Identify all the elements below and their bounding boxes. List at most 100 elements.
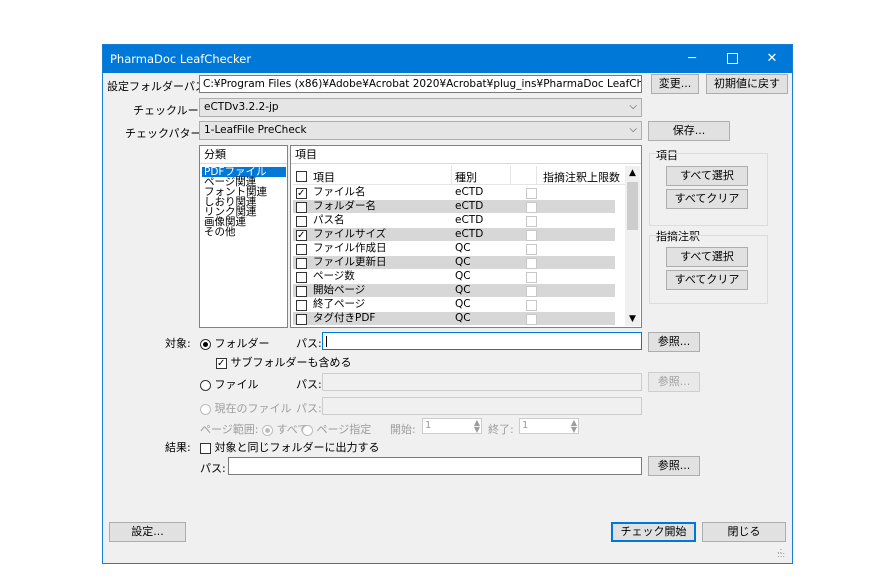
row-checkbox[interactable] <box>296 229 307 241</box>
row-item-name: タグ付きPDF <box>313 312 376 324</box>
result-path-input[interactable] <box>228 457 642 475</box>
include-subfolders-option[interactable]: サブフォルダーも含める <box>216 354 352 370</box>
row-checkbox[interactable] <box>296 285 307 297</box>
table-row[interactable]: 終了ページ QC <box>293 298 615 311</box>
change-folder-button[interactable]: 変更... <box>651 74 699 94</box>
row-item-type: QC <box>455 270 471 282</box>
row-annotation-checkbox[interactable] <box>526 313 537 325</box>
check-rule-value: eCTDv3.2.2-jp <box>204 101 279 113</box>
target-folder-option[interactable]: フォルダー <box>200 335 270 351</box>
scroll-thumb[interactable] <box>627 182 638 230</box>
row-checkbox[interactable] <box>296 257 307 269</box>
file-path-label: パス: <box>296 378 322 391</box>
current-file-radio-label: 現在のファイル <box>214 402 292 415</box>
row-item-name: ファイルサイズ <box>313 228 387 240</box>
resize-grip-icon[interactable]: .:::: <box>777 547 785 559</box>
row-annotation-checkbox[interactable] <box>526 243 537 255</box>
row-annotation-checkbox[interactable] <box>526 215 537 227</box>
minimize-button[interactable]: ─ <box>672 45 712 73</box>
table-row[interactable]: ファイル更新日 QC <box>293 256 615 269</box>
row-item-type: QC <box>455 298 471 310</box>
include-subfolders-checkbox[interactable] <box>216 357 227 369</box>
maximize-button[interactable] <box>712 45 752 73</box>
app-window: PharmaDoc LeafChecker ─ ✕ 設定フォルダーパス: C:¥… <box>102 44 793 564</box>
row-annotation-checkbox[interactable] <box>526 299 537 311</box>
start-check-button[interactable]: チェック開始 <box>611 522 696 542</box>
row-item-type: eCTD <box>455 200 484 212</box>
same-folder-checkbox[interactable] <box>200 442 211 454</box>
table-row[interactable]: ページ数 QC <box>293 270 615 283</box>
table-row[interactable]: ファイル作成日 QC <box>293 242 615 255</box>
row-item-type: eCTD <box>455 214 484 226</box>
settings-folder-path-field[interactable]: C:¥Program Files (x86)¥Adobe¥Acrobat 202… <box>199 75 642 93</box>
end-page-value: 1 <box>522 420 529 431</box>
include-subfolders-label: サブフォルダーも含める <box>230 356 352 369</box>
row-annotation-checkbox[interactable] <box>526 201 537 213</box>
same-folder-label: 対象と同じフォルダーに出力する <box>214 441 380 454</box>
page-range-spec-option[interactable]: ページ指定 <box>302 421 371 437</box>
items-clear-all-button[interactable]: すべてクリア <box>666 189 748 209</box>
row-item-type: QC <box>455 242 471 254</box>
folder-browse-button[interactable]: 参照... <box>648 332 700 352</box>
folder-path-input[interactable] <box>322 332 642 350</box>
close-button[interactable]: 閉じる <box>702 522 786 542</box>
table-row[interactable]: 開始ページ QC <box>293 284 615 297</box>
check-rule-select[interactable]: eCTDv3.2.2-jp ⌵ <box>199 98 642 117</box>
folder-radio[interactable] <box>200 338 211 350</box>
close-window-button[interactable]: ✕ <box>752 45 792 73</box>
file-browse-button[interactable]: 参照... <box>648 372 700 392</box>
row-item-type: eCTD <box>455 186 484 198</box>
end-page-stepper[interactable]: 1 ▲ ▼ <box>519 418 579 434</box>
check-pattern-select[interactable]: 1-LeafFile PreCheck ⌵ <box>199 121 642 140</box>
row-checkbox[interactable] <box>296 187 307 199</box>
table-row[interactable]: タグ付きPDF QC <box>293 312 615 325</box>
select-all-checkbox[interactable] <box>296 170 307 182</box>
same-folder-option[interactable]: 対象と同じフォルダーに出力する <box>200 439 380 455</box>
annotation-clear-all-button[interactable]: すべてクリア <box>666 270 748 290</box>
file-radio-label: ファイル <box>214 378 259 391</box>
row-checkbox[interactable] <box>296 243 307 255</box>
category-list[interactable]: 分類 PDFファイル ページ関連 フォント関連 しおり関連 リンク関連 画像関連 その他 <box>199 145 288 328</box>
row-checkbox[interactable] <box>296 215 307 227</box>
maximize-icon <box>726 53 738 64</box>
settings-button[interactable]: 設定... <box>109 522 186 542</box>
target-current-file-option[interactable]: 現在のファイル <box>200 400 292 416</box>
page-range-spec-radio[interactable] <box>302 424 313 436</box>
current-file-radio[interactable] <box>200 403 211 415</box>
row-checkbox[interactable] <box>296 201 307 213</box>
table-row[interactable]: ファイルサイズ eCTD <box>293 228 615 241</box>
row-item-name: 開始ページ <box>313 284 366 296</box>
start-page-stepper[interactable]: 1 ▲ ▼ <box>422 418 482 434</box>
current-path-label: パス: <box>296 402 322 415</box>
result-browse-button[interactable]: 参照... <box>648 456 700 476</box>
row-annotation-checkbox[interactable] <box>526 271 537 283</box>
category-header: 分類 <box>200 146 287 164</box>
table-row[interactable]: ファイル名 eCTD <box>293 186 615 199</box>
file-path-input[interactable] <box>322 373 642 391</box>
reset-default-button[interactable]: 初期値に戻す <box>706 74 788 94</box>
row-checkbox[interactable] <box>296 299 307 311</box>
current-path-input[interactable] <box>322 397 642 415</box>
scroll-down-icon[interactable]: ▼ <box>625 312 640 326</box>
row-annotation-checkbox[interactable] <box>526 257 537 269</box>
row-checkbox[interactable] <box>296 313 307 325</box>
stepper-arrows-icon[interactable]: ▲ ▼ <box>571 419 577 434</box>
items-select-all-button[interactable]: すべて選択 <box>666 166 748 186</box>
scroll-up-icon[interactable]: ▲ <box>625 166 640 180</box>
target-file-option[interactable]: ファイル <box>200 376 259 392</box>
row-annotation-checkbox[interactable] <box>526 285 537 297</box>
items-scrollbar[interactable]: ▲ ▼ <box>625 166 640 326</box>
table-row[interactable]: フォルダー名 eCTD <box>293 200 615 213</box>
row-annotation-checkbox[interactable] <box>526 187 537 199</box>
table-row[interactable]: パス名 eCTD <box>293 214 615 227</box>
row-checkbox[interactable] <box>296 271 307 283</box>
annotation-select-all-button[interactable]: すべて選択 <box>666 247 748 267</box>
row-item-type: eCTD <box>455 228 484 240</box>
page-range-all-radio[interactable] <box>262 424 273 436</box>
start-page-label: 開始: <box>390 423 416 436</box>
save-pattern-button[interactable]: 保存... <box>648 121 730 141</box>
category-item[interactable]: その他 <box>202 227 286 238</box>
row-annotation-checkbox[interactable] <box>526 229 537 241</box>
stepper-arrows-icon[interactable]: ▲ ▼ <box>474 419 480 434</box>
file-radio[interactable] <box>200 379 211 391</box>
